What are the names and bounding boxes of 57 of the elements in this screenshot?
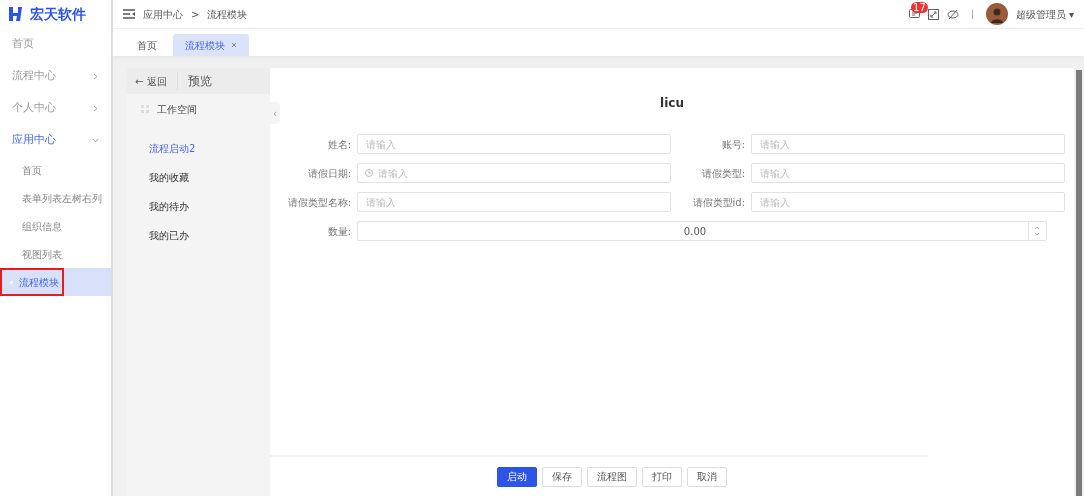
menu-icon[interactable] — [123, 9, 135, 19]
chevron-right-icon — [92, 104, 99, 112]
user-menu[interactable]: 超级管理员 ▾ — [1015, 6, 1074, 22]
tab[interactable]: 流程模块 — [173, 34, 249, 56]
workspace-label: 工作空间 — [157, 102, 197, 117]
sidebar-item-label: 应用中心 — [12, 132, 56, 148]
panel-item[interactable]: 我的已办 — [127, 221, 270, 250]
clock-icon — [365, 169, 373, 177]
panel-item[interactable]: 我的待办 — [127, 192, 270, 221]
form-button[interactable]: 启动 — [497, 466, 537, 487]
field-label: 账号: — [720, 137, 745, 152]
sidebar-item-label: 流程中心 — [12, 68, 56, 84]
form-button[interactable]: 流程图 — [587, 466, 637, 487]
input-field[interactable]: 请输入 — [357, 192, 671, 212]
input-field[interactable]: 请输入 — [357, 163, 671, 183]
avatar[interactable] — [985, 3, 1008, 25]
input-field[interactable]: 请输入 — [357, 134, 671, 154]
input-field[interactable]: 请输入 — [751, 192, 1065, 212]
breadcrumb-separator: > — [191, 7, 200, 22]
breadcrumb-item[interactable]: 应用中心 — [143, 6, 183, 22]
sidebar-item-label: 首页 — [12, 36, 34, 52]
scrollbar-thumb[interactable] — [1076, 70, 1082, 496]
input-field[interactable]: 请输入 — [751, 134, 1065, 154]
eye-off-icon[interactable] — [946, 8, 959, 20]
field-label: 请假类型: — [700, 166, 745, 181]
panel-item[interactable]: 我的收藏 — [127, 163, 270, 192]
form-button[interactable]: 保存 — [542, 466, 582, 487]
back-button[interactable]: ← 返回 — [135, 73, 167, 89]
breadcrumb-item[interactable]: 流程模块 — [207, 6, 248, 22]
sidebar-subitem[interactable]: 表单列表左树右列 — [0, 184, 106, 212]
form-button[interactable]: 取消 — [687, 466, 727, 487]
field-label: 请假类型id: — [691, 195, 745, 210]
sidebar-subitem[interactable]: 首页 — [0, 156, 46, 184]
tab[interactable]: 首页 — [125, 34, 169, 56]
sidebar-subitem[interactable]: 流程模块 — [0, 268, 64, 296]
sidebar-item[interactable]: 应用中心 — [0, 124, 111, 156]
field-label: 姓名: — [326, 137, 351, 152]
close-icon[interactable] — [231, 42, 237, 48]
form-button[interactable]: 打印 — [642, 466, 682, 487]
dot-icon — [10, 280, 13, 284]
panel-title: 预览 — [176, 72, 212, 90]
sidebar-subitem[interactable]: 视图列表 — [0, 240, 66, 268]
logo-text: 宏天软件 — [30, 4, 86, 24]
input-field[interactable]: 请输入 — [751, 163, 1065, 183]
form-title: licu — [659, 95, 685, 112]
sidebar-item-label: 个人中心 — [12, 100, 56, 116]
sidebar-subitem[interactable]: 组织信息 — [0, 212, 66, 240]
chevron-down-icon — [92, 136, 99, 144]
notification-count: 17 — [911, 1, 928, 13]
chevron-right-icon — [92, 72, 99, 80]
field-label: 请假类型名称: — [286, 195, 351, 210]
fullscreen-icon[interactable] — [927, 8, 939, 20]
field-label: 请假日期: — [306, 166, 351, 181]
logo-icon — [8, 6, 24, 22]
field-label: 数量: — [326, 224, 351, 239]
input-field[interactable]: 0.00 — [357, 221, 1047, 241]
panel-item[interactable]: 流程启动2 — [127, 134, 270, 163]
